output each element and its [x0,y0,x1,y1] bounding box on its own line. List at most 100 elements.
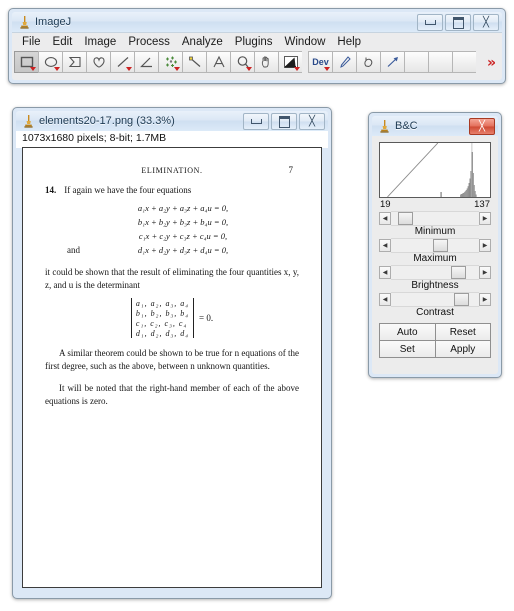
polygon-tool[interactable] [62,51,86,73]
dev-label-icon: Dev [312,57,329,67]
brightness-slider-track[interactable] [391,265,479,280]
close-icon: ╳ [482,16,490,28]
paragraph-intro: 14. If again we have the four equations [45,184,299,197]
histogram-panel[interactable] [379,142,491,198]
contrast-slider-track[interactable] [391,292,479,307]
maximum-slider-thumb[interactable] [433,239,449,252]
image-window-titlebar[interactable]: elements20-17.png (33.3%) ╳ [16,111,328,131]
empty-slot-3[interactable] [452,51,476,73]
maximum-slider-label: Maximum [413,253,457,264]
close-button[interactable]: ╳ [469,118,495,135]
freehand-icon [92,57,105,68]
bc-window-inner: B&C ╳ 19 137 ◀ ▶ Minimum ◀ ▶ Maximum ◀ ▶… [372,116,498,374]
maximize-button[interactable] [445,14,471,31]
menu-image[interactable]: Image [78,35,122,49]
equation-4-row: and d₁x + d₂y + d₃z + d₄u = 0, [67,243,299,257]
menu-process[interactable]: Process [122,35,176,49]
point-tool[interactable] [158,51,182,73]
reset-button[interactable]: Reset [435,324,491,341]
more-tools-icon[interactable]: » [487,56,496,70]
maximum-slider-right-arrow[interactable]: ▶ [479,239,491,252]
close-button[interactable]: ╳ [299,113,325,130]
contrast-slider-thumb[interactable] [454,293,470,306]
wand-tool[interactable] [182,51,206,73]
minimize-icon [424,20,436,25]
menu-plugins[interactable]: Plugins [229,35,279,49]
empty-slot-1[interactable] [404,51,428,73]
empty-slot-2[interactable] [428,51,452,73]
dropdown-triangle-icon [30,67,36,71]
apply-button[interactable]: Apply [435,341,491,358]
minimize-button[interactable] [417,14,443,31]
dropdown-triangle-icon [294,67,300,71]
wand-icon [188,56,200,67]
minimum-slider-left-arrow[interactable]: ◀ [379,212,391,225]
equation-3: c₁x + c₂y + c₃z + c₄u = 0, [138,231,228,242]
maximize-button[interactable] [271,113,297,130]
determinant-matrix: a₁, a₂, a₃, a₄ b₁, b₂, b₃, b₄ c₁, c₂, c₃… [130,298,195,339]
minimize-button[interactable] [243,113,269,130]
line-tool[interactable] [110,51,134,73]
imagej-toolbar: Dev » [12,51,502,74]
menu-window[interactable]: Window [279,35,332,49]
brightness-slider-thumb[interactable] [450,266,466,279]
equation-list: a₁x + a₂y + a₃z + a₄u = 0, b₁x + b₂y + b… [45,201,299,257]
hand-icon [261,56,269,68]
maximum-slider-left-arrow[interactable]: ◀ [379,239,391,252]
brightness-contrast-window: B&C ╳ 19 137 ◀ ▶ Minimum ◀ ▶ Maximum ◀ ▶… [368,112,502,378]
determinant-row-3: c₁, c₂, c₃, c₄ [135,318,188,328]
histogram-range-labels: 19 137 [379,198,491,210]
text-tool[interactable] [206,51,230,73]
minimum-slider-right-arrow[interactable]: ▶ [479,212,491,225]
freehand-tool[interactable] [86,51,110,73]
flood-fill-tool[interactable] [356,51,380,73]
minimum-slider-track[interactable] [391,211,479,226]
imagej-window-inner: ImageJ ╳ File Edit Image Process Analyze… [12,12,502,80]
brush-tool[interactable] [332,51,356,73]
contrast-slider[interactable]: ◀ ▶ [379,292,491,307]
brightness-slider-left-arrow[interactable]: ◀ [379,266,391,279]
brightness-slider-right-arrow[interactable]: ▶ [479,266,491,279]
menu-file[interactable]: File [16,35,47,49]
oval-tool[interactable] [38,51,62,73]
close-button[interactable]: ╳ [473,14,499,31]
image-info-line[interactable]: 1073x1680 pixels; 8-bit; 1.7MB [16,131,328,148]
document-text: ELIMINATION. 7 14. If again we have the f… [23,148,321,408]
dropdown-triangle-icon [174,67,180,71]
arrow-tool[interactable] [380,51,404,73]
dropdown-triangle-icon [126,67,132,71]
contrast-slider-left-arrow[interactable]: ◀ [379,293,391,306]
maximum-slider[interactable]: ◀ ▶ [379,238,491,253]
maximize-icon [452,16,464,29]
contrast-slider-right-arrow[interactable]: ▶ [479,293,491,306]
angle-tool[interactable] [134,51,158,73]
close-icon: ╳ [308,115,316,127]
paragraph-3: It will be noted that the right-hand mem… [45,383,299,407]
scanned-page: ELIMINATION. 7 14. If again we have the f… [23,148,321,587]
image-window-buttons: ╳ [243,113,325,130]
set-button[interactable]: Set [380,341,436,358]
microscope-icon [24,115,33,128]
image-window-body: 1073x1680 pixels; 8-bit; 1.7MB ELIMINATI… [16,131,328,595]
minimum-slider[interactable]: ◀ ▶ [379,211,491,226]
menu-help[interactable]: Help [331,35,367,49]
maximum-slider-track[interactable] [391,238,479,253]
rectangle-tool[interactable] [14,51,38,73]
bc-titlebar[interactable]: B&C ╳ [372,116,498,136]
intro-text: If again we have the four equations [64,185,192,195]
bc-window-buttons: ╳ [469,118,495,135]
menu-edit[interactable]: Edit [47,35,79,49]
hand-tool[interactable] [254,51,278,73]
brightness-slider[interactable]: ◀ ▶ [379,265,491,280]
dropper-tool[interactable] [278,51,302,73]
auto-button[interactable]: Auto [380,324,436,341]
microscope-icon [20,16,29,29]
minimum-slider-thumb[interactable] [398,212,414,225]
image-canvas[interactable]: ELIMINATION. 7 14. If again we have the f… [22,147,322,588]
imagej-titlebar[interactable]: ImageJ ╳ [12,12,502,32]
dev-tool[interactable]: Dev [308,51,332,73]
text-a-icon [213,55,224,68]
menu-analyze[interactable]: Analyze [176,35,229,49]
paragraph-2: A similar theorem could be shown to be t… [45,348,299,372]
magnifier-tool[interactable] [230,51,254,73]
